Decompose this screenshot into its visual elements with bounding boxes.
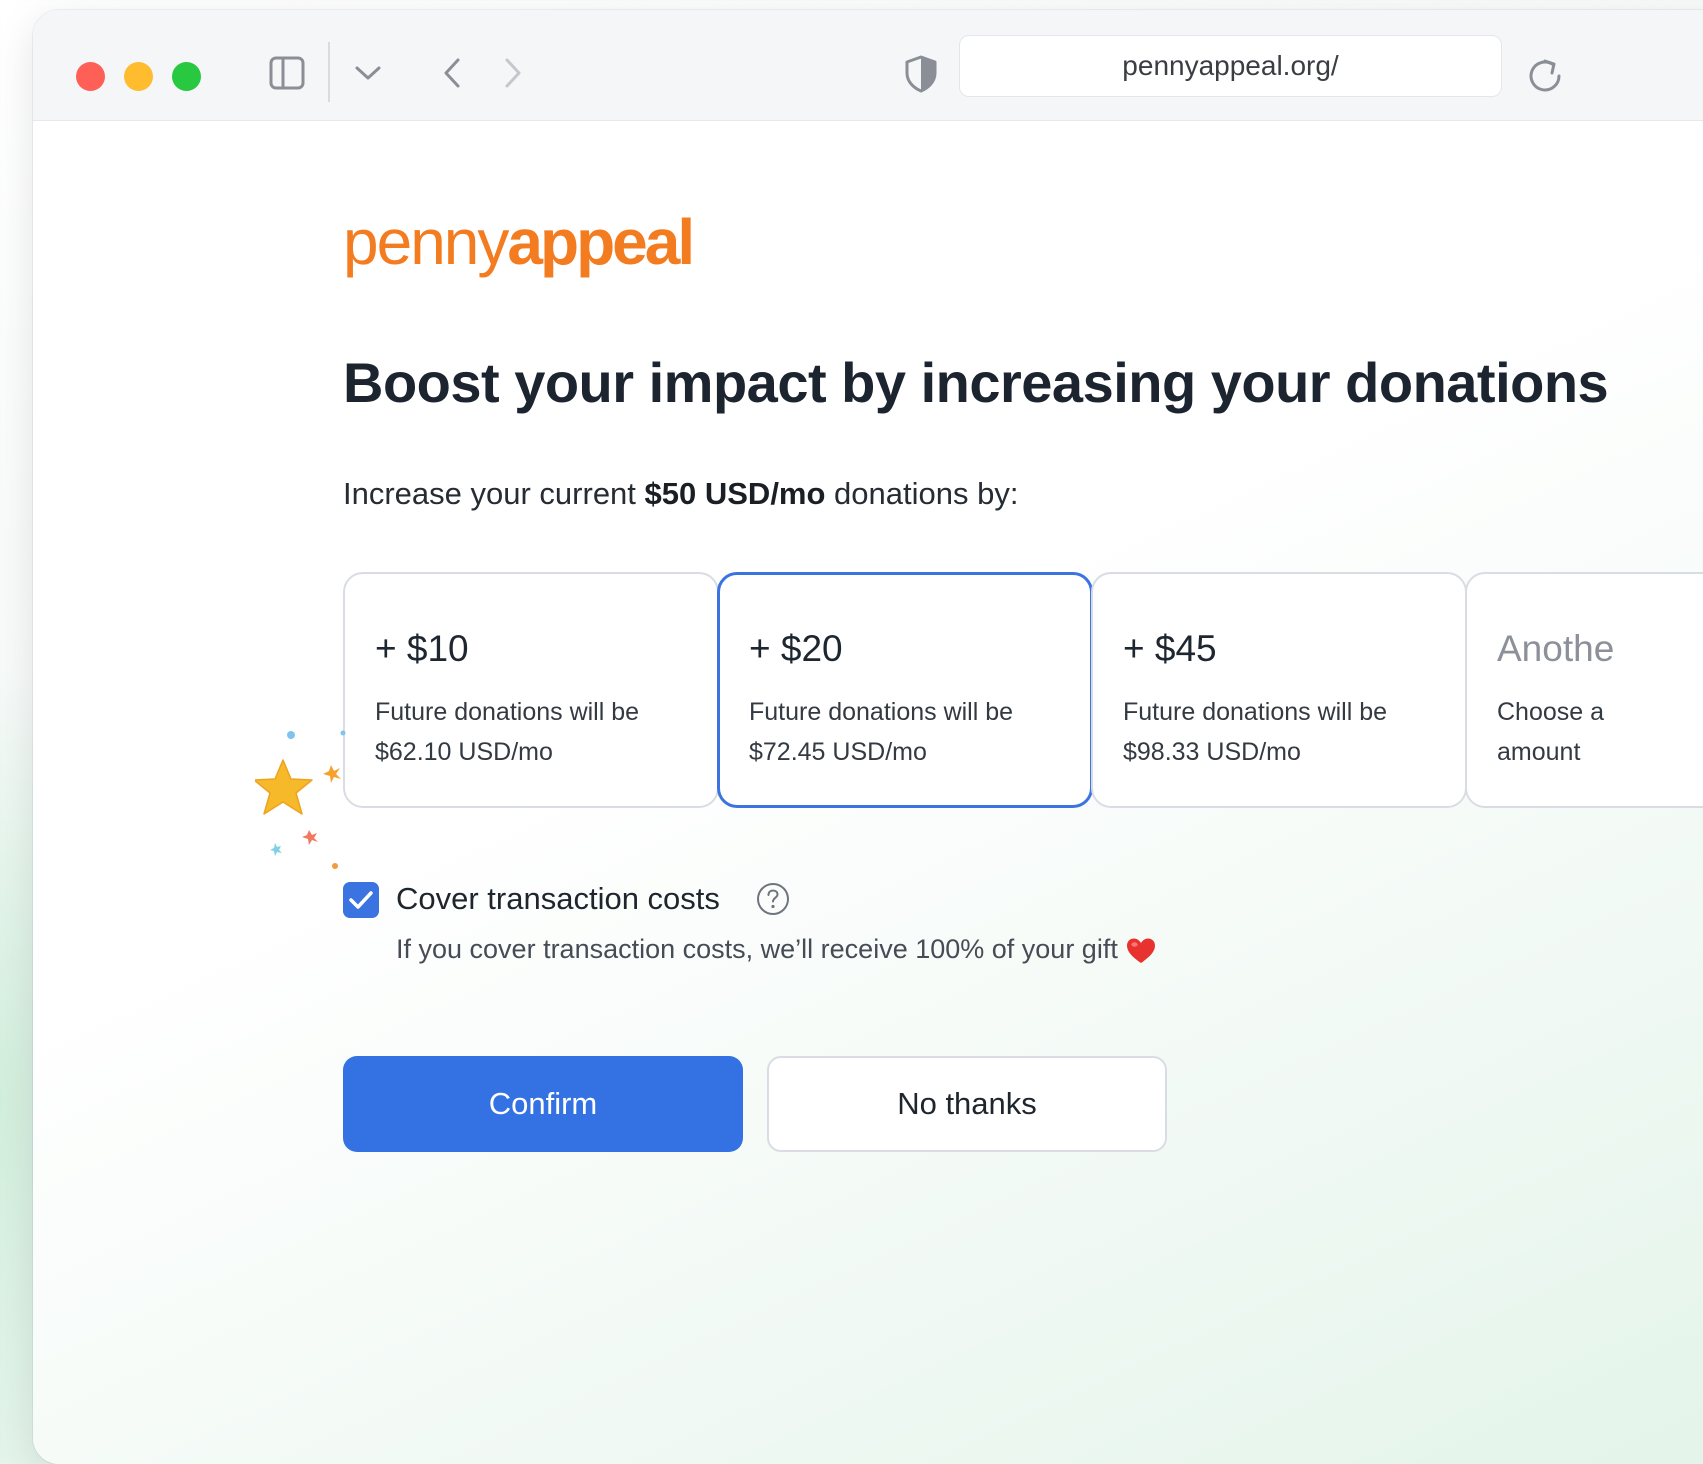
pennyappeal-logo[interactable]: pennyappeal <box>343 210 695 274</box>
close-window-button[interactable] <box>76 62 105 91</box>
back-arrow-icon[interactable] <box>437 55 467 91</box>
option-amount: + $10 <box>375 628 469 669</box>
help-question-icon[interactable] <box>756 882 790 916</box>
cover-costs-note: If you cover transaction costs, we’ll re… <box>396 934 1156 965</box>
option-future-total: $62.10 USD/mo <box>375 738 553 766</box>
option-amount: + $20 <box>749 628 843 669</box>
option-description: Choose a <box>1497 698 1605 726</box>
option-description: Future donations will be <box>749 698 1014 726</box>
option-plus-10[interactable]: + $10 Future donations will be $62.10 US… <box>343 572 719 808</box>
no-thanks-button[interactable]: No thanks <box>767 1056 1167 1152</box>
option-future-total: $72.45 USD/mo <box>749 738 927 766</box>
option-description: Future donations will be <box>1123 698 1388 726</box>
current-donation-text: Increase your current $50 USD/mo donatio… <box>343 476 1019 511</box>
option-plus-20[interactable]: + $20 Future donations will be $72.45 US… <box>717 572 1093 808</box>
checkmark-icon <box>349 891 373 909</box>
address-bar[interactable]: pennyappeal.org/ <box>959 35 1502 97</box>
sidebar-toggle-icon[interactable] <box>267 54 307 92</box>
forward-arrow-icon[interactable] <box>498 55 528 91</box>
option-future-total: $98.33 USD/mo <box>1123 738 1301 766</box>
cover-costs-label[interactable]: Cover transaction costs <box>396 881 720 917</box>
maximize-window-button[interactable] <box>172 62 201 91</box>
reload-icon[interactable] <box>1523 54 1567 98</box>
minimize-window-button[interactable] <box>124 62 153 91</box>
star-sparkle-icon <box>255 730 346 869</box>
cover-costs-checkbox[interactable] <box>343 882 379 918</box>
chevron-down-icon[interactable] <box>351 58 385 88</box>
option-amount: Anothe <box>1497 628 1615 669</box>
shield-icon[interactable] <box>903 54 939 94</box>
page-title: Boost your impact by increasing your don… <box>343 351 1609 414</box>
confirm-button[interactable]: Confirm <box>343 1056 743 1152</box>
option-amount: + $45 <box>1123 628 1217 669</box>
heart-icon <box>1126 938 1155 963</box>
toolbar-divider <box>328 42 330 102</box>
option-plus-45[interactable]: + $45 Future donations will be $98.33 US… <box>1091 572 1467 808</box>
browser-toolbar: pennyappeal.org/ <box>33 10 1703 121</box>
url-text: pennyappeal.org/ <box>1122 50 1339 81</box>
browser-window: pennyappeal.org/ pennyappeal Boost your … <box>33 10 1703 1464</box>
page-content: pennyappeal Boost your impact by increas… <box>33 120 1703 1464</box>
option-description-line2: amount <box>1497 738 1581 766</box>
option-description: Future donations will be <box>375 698 640 726</box>
current-donation-amount: $50 USD/mo <box>644 476 826 511</box>
option-another-amount[interactable]: Anothe Choose a amount <box>1465 572 1703 808</box>
